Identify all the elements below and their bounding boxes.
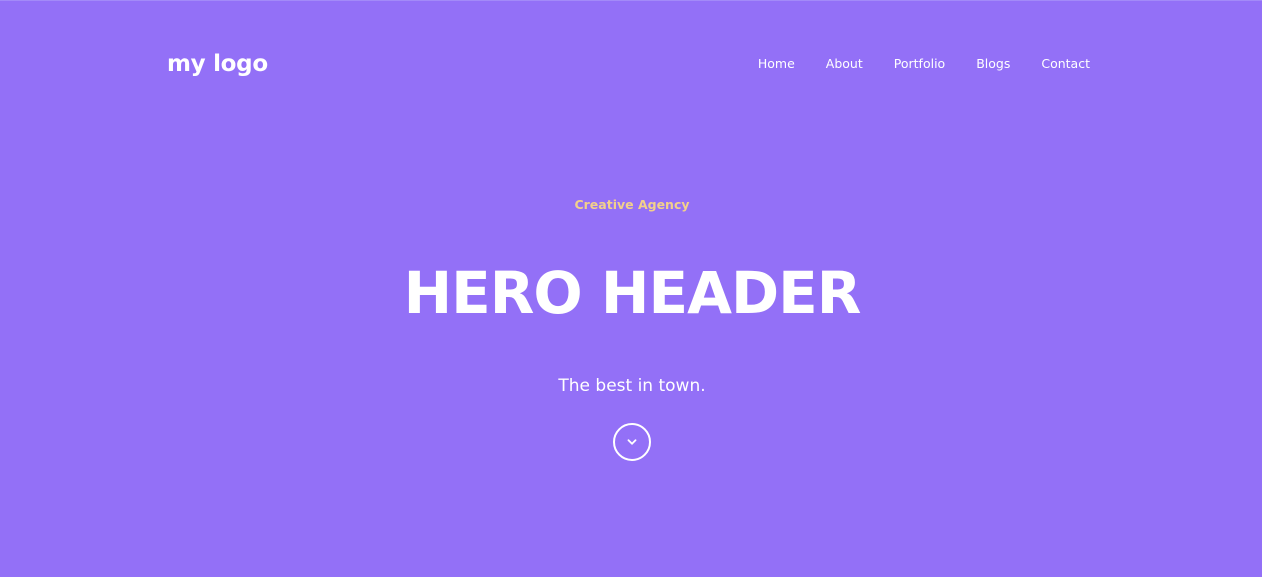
hero-section: Creative Agency HERO HEADER The best in … — [0, 190, 1264, 399]
site-header: my logo Home About Portfolio Blogs Conta… — [0, 0, 1264, 130]
main-nav: Home About Portfolio Blogs Contact — [758, 54, 1090, 74]
hero-subtitle: The best in town. — [558, 376, 706, 396]
site-logo[interactable]: my logo — [167, 47, 268, 81]
chevron-down-icon — [627, 439, 637, 445]
nav-link-blogs[interactable]: Blogs — [976, 54, 1010, 74]
page: my logo Home About Portfolio Blogs Conta… — [0, 0, 1264, 577]
nav-link-home[interactable]: Home — [758, 54, 795, 74]
hero-title: HERO HEADER — [403, 259, 862, 327]
scroll-down-button[interactable] — [613, 423, 651, 461]
nav-link-contact[interactable]: Contact — [1041, 54, 1090, 74]
nav-link-portfolio[interactable]: Portfolio — [894, 54, 945, 74]
hero-tagline: Creative Agency — [574, 197, 690, 212]
nav-link-about[interactable]: About — [826, 54, 863, 74]
